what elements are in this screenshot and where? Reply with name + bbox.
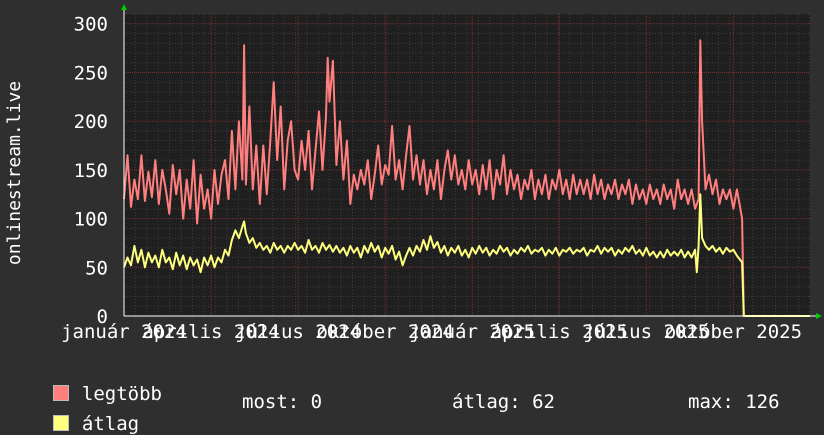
y-tick-label: 100 xyxy=(74,209,108,231)
legend-avg: átlag xyxy=(30,391,139,435)
y-tick-label: 200 xyxy=(74,111,108,133)
x-axis-arrow xyxy=(816,313,822,319)
y-tick-label: 250 xyxy=(74,62,108,84)
y-axis-label: onlinestream.live xyxy=(4,81,25,265)
y-axis-arrow xyxy=(121,4,127,10)
y-tick-label: 300 xyxy=(74,14,108,36)
legend-avg-swatch xyxy=(52,415,69,431)
legend-avg-label: átlag xyxy=(81,413,140,435)
stat-now: most: 0 xyxy=(242,391,323,413)
y-tick-label: 50 xyxy=(85,257,108,279)
y-tick-label: 150 xyxy=(74,160,108,182)
stat-avg: átlag: 62 xyxy=(452,391,555,413)
stat-max: max: 126 xyxy=(688,391,780,413)
x-tick-label: október 2025 xyxy=(665,321,802,343)
